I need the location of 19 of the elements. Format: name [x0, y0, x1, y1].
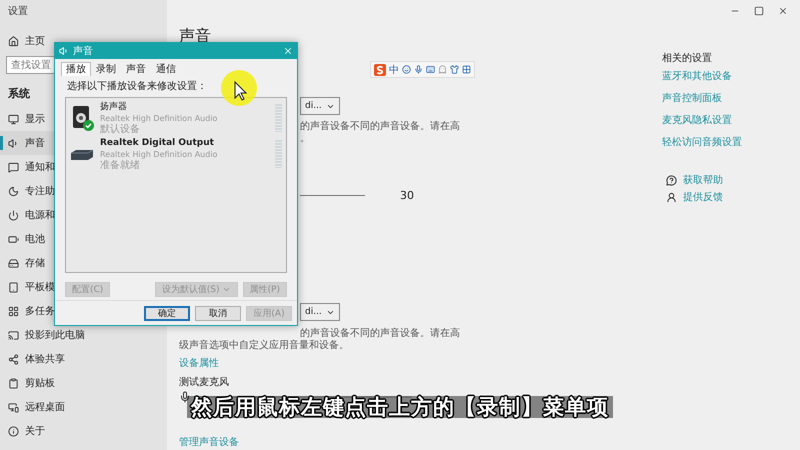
device-driver: Realtek High Definition Audio — [100, 112, 218, 124]
device-name: 扬声器 — [100, 102, 128, 112]
section-title: 系统 — [8, 86, 30, 101]
device-status: 准备就绪 — [100, 160, 141, 170]
device-name: Realtek Digital Output — [100, 138, 215, 148]
video-caption: 然后用鼠标左键点击上方的【录制】菜单项 — [187, 396, 613, 418]
device-driver: Realtek High Definition Audio — [100, 148, 218, 160]
description-text: 的声音设备不同的声音设备。请在高 — [300, 121, 460, 133]
page-heading: 声音 — [179, 26, 211, 47]
window-title: 设置 — [8, 4, 28, 18]
description-text: 。 — [300, 133, 310, 145]
description-text: 级声音选项中自定义应用音量和设备。 — [179, 340, 349, 352]
description-text: 的声音设备不同的声音设备。请在高 — [300, 328, 460, 340]
volume-value: 30 — [400, 189, 414, 202]
dialog-title: 声音 — [73, 44, 94, 58]
related-title: 相关的设置 — [662, 52, 712, 65]
test-mic-label: 测试麦克风 — [179, 376, 229, 389]
device-status: 默认设备 — [100, 124, 141, 134]
dialog-prompt: 选择以下播放设备来修改设置： — [67, 81, 208, 93]
